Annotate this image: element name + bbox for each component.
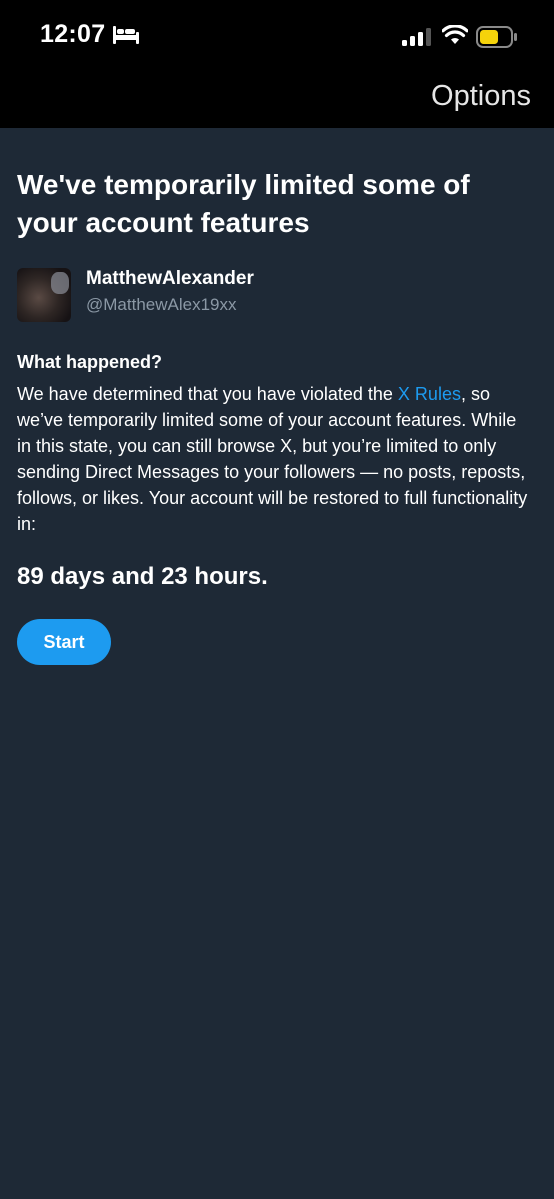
main-content: We've temporarily limited some of your a… [17, 128, 537, 665]
cellular-signal-icon [402, 28, 432, 51]
start-button[interactable]: Start [17, 619, 111, 665]
battery-icon [476, 26, 518, 53]
wifi-icon [441, 24, 469, 50]
notice-text-body: , so we’ve temporarily limited some of y… [17, 384, 528, 534]
user-handle: @MatthewAlex19xx [86, 295, 237, 314]
notice-text-intro: We have determined that you have violate… [17, 384, 398, 404]
nav-bar: Options [0, 70, 554, 128]
options-button[interactable]: Options [431, 80, 531, 113]
notice-text: We have determined that you have violate… [17, 381, 532, 537]
x-rules-link[interactable]: X Rules [398, 384, 461, 404]
sleep-bed-icon [112, 26, 140, 49]
screen: 12:07 Options We've temporarily limited … [0, 0, 554, 1199]
page-title: We've temporarily limited some of your a… [17, 169, 470, 238]
status-bar: 12:07 [0, 0, 554, 70]
display-name: MatthewAlexander [86, 268, 254, 289]
account-summary: MatthewAlexander @MatthewAlex19xx [17, 268, 537, 324]
restriction-countdown: 89 days and 23 hours. [17, 563, 268, 590]
status-time: 12:07 [40, 20, 106, 48]
what-happened-heading: What happened? [17, 352, 162, 372]
avatar [17, 268, 71, 322]
